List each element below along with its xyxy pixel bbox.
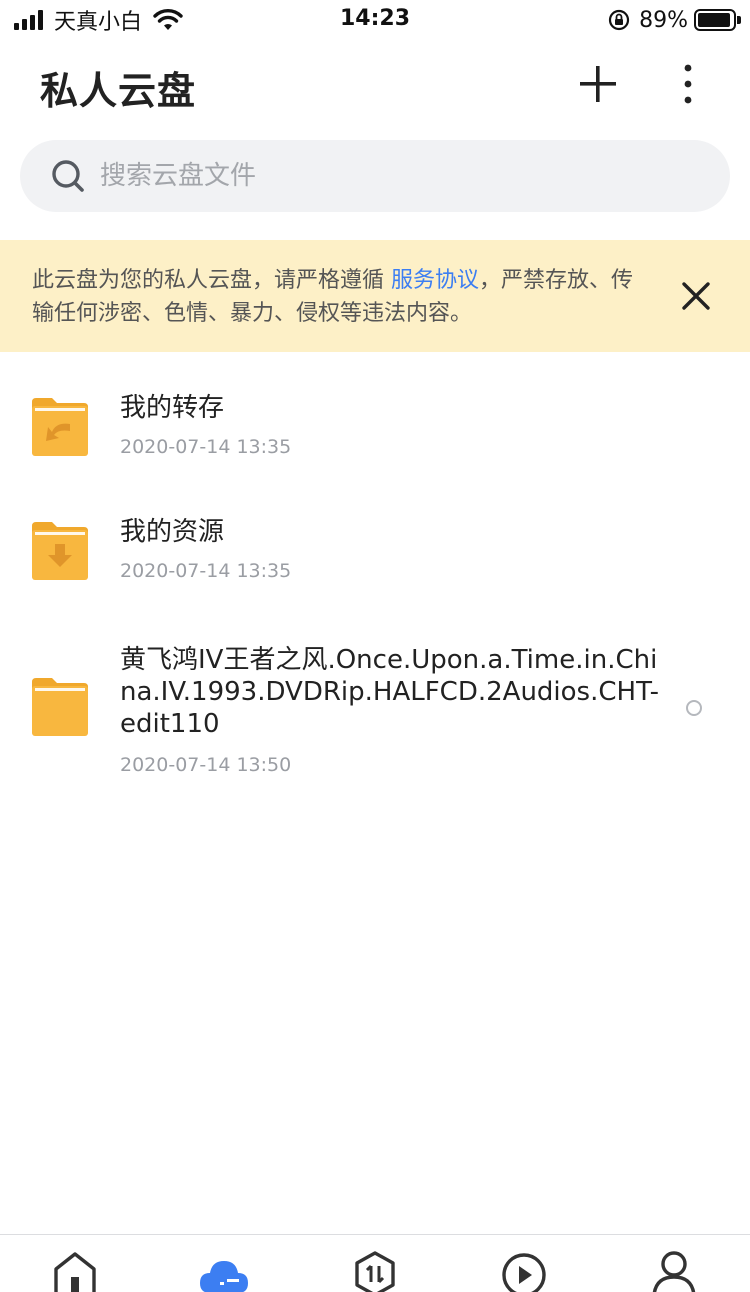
notice-close-button[interactable] [676, 276, 716, 316]
tab-cloud[interactable] [200, 1249, 248, 1292]
cloud-icon [200, 1261, 248, 1292]
folder-transfer-icon [32, 398, 88, 456]
file-name: 我的资源 [120, 517, 225, 547]
close-icon [682, 282, 710, 310]
status-right: 89% [607, 6, 741, 34]
search-bar[interactable] [20, 140, 730, 212]
status-bar: 天真小白 14:23 89% [0, 0, 750, 40]
tab-home[interactable] [51, 1249, 99, 1292]
add-button[interactable] [574, 60, 622, 108]
file-date: 2020-07-14 13:35 [120, 436, 292, 458]
tab-bar [0, 1234, 750, 1292]
file-name: 我的转存 [120, 393, 225, 423]
folder-download-icon [32, 522, 88, 580]
select-radio[interactable] [686, 700, 702, 716]
tab-profile[interactable] [650, 1249, 698, 1292]
play-icon [502, 1253, 546, 1292]
notice-text: 此云盘为您的私人云盘，请严格遵循 服务协议，严禁存放、传输任何涉密、色情、暴力、… [32, 264, 642, 330]
more-button[interactable] [664, 60, 712, 108]
file-date: 2020-07-14 13:35 [120, 560, 292, 582]
plus-icon [580, 66, 616, 102]
file-item-resources[interactable]: 我的资源 2020-07-14 13:35 [0, 504, 750, 604]
battery-percent: 89% [639, 7, 688, 33]
search-icon [52, 160, 84, 192]
battery-icon [694, 9, 741, 31]
file-name: 黄飞鸿IV王者之风.Once.Upon.a.Time.in.China.IV.1… [120, 645, 659, 739]
notice-text-before: 此云盘为您的私人云盘，请严格遵循 [32, 268, 391, 293]
notice-banner: 此云盘为您的私人云盘，请严格遵循 服务协议，严禁存放、传输任何涉密、色情、暴力、… [0, 240, 750, 352]
service-agreement-link[interactable]: 服务协议 [391, 268, 479, 293]
file-item-movie[interactable]: 黄飞鸿IV王者之风.Once.Upon.a.Time.in.China.IV.1… [0, 636, 750, 786]
screen: 天真小白 14:23 89% 私人云盘 搜索云盘文件 此云盘为您的私人云盘，请严… [0, 0, 750, 1292]
transfer-icon [355, 1251, 395, 1292]
more-vertical-icon [684, 64, 692, 104]
rotation-lock-icon [608, 9, 630, 31]
home-icon [54, 1252, 96, 1292]
search-input[interactable] [100, 161, 660, 191]
folder-icon [32, 678, 88, 736]
profile-icon [652, 1251, 696, 1292]
file-date: 2020-07-14 13:50 [120, 754, 292, 776]
page-title: 私人云盘 [40, 69, 197, 113]
tab-play[interactable] [500, 1249, 548, 1292]
tab-transfer[interactable] [351, 1249, 399, 1292]
file-item-transfer[interactable]: 我的转存 2020-07-14 13:35 [0, 380, 750, 480]
